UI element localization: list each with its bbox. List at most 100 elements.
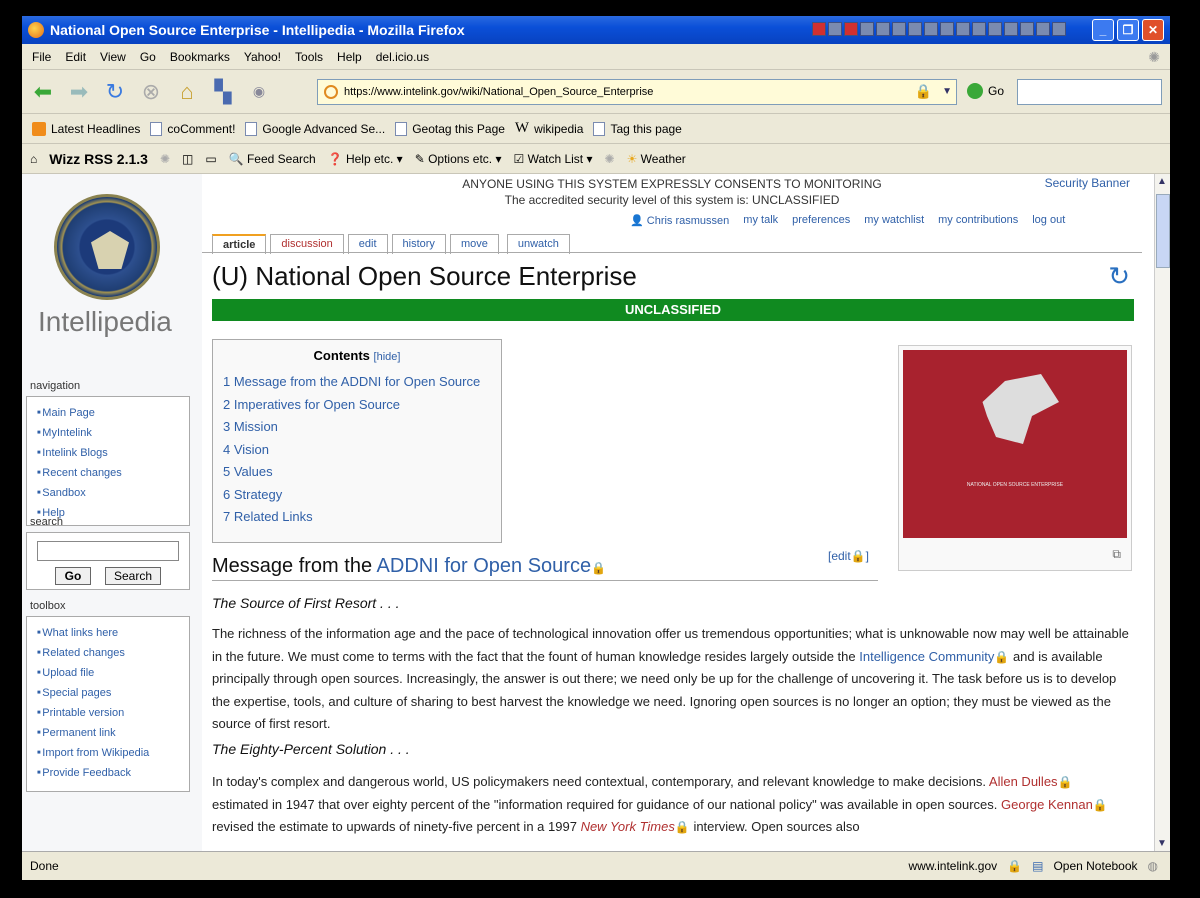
log-out-link[interactable]: log out xyxy=(1032,214,1065,227)
addon-icon[interactable] xyxy=(1036,22,1050,36)
search-input[interactable] xyxy=(1017,79,1162,105)
toc-hide-link[interactable]: [hide] xyxy=(374,351,401,363)
nav-recent-changes[interactable]: Recent changes xyxy=(37,463,189,483)
scrollbar-thumb[interactable] xyxy=(1156,194,1170,268)
menu-go[interactable]: Go xyxy=(140,50,156,64)
nav-main-page[interactable]: Main Page xyxy=(37,403,189,423)
home-icon[interactable]: ⌂ xyxy=(172,77,202,107)
menu-help[interactable]: Help xyxy=(337,50,362,64)
help-button[interactable]: ❓ Help etc. ▾ xyxy=(328,152,403,166)
addon-icon[interactable] xyxy=(924,22,938,36)
tool-permanent-link[interactable]: Permanent link xyxy=(37,723,189,743)
tool-upload-file[interactable]: Upload file xyxy=(37,663,189,683)
tab-edit[interactable]: edit xyxy=(347,234,388,254)
menu-bookmarks[interactable]: Bookmarks xyxy=(170,50,230,64)
menu-file[interactable]: File xyxy=(32,50,51,64)
nav-sandbox[interactable]: Sandbox xyxy=(37,483,189,503)
menu-view[interactable]: View xyxy=(100,50,126,64)
tool-printable-version[interactable]: Printable version xyxy=(37,703,189,723)
watch-list-button[interactable]: ☑ Watch List ▾ xyxy=(513,152,592,166)
reload-icon[interactable]: ↻ xyxy=(100,77,130,107)
toc-item[interactable]: 5 Values xyxy=(223,461,491,484)
toc-item[interactable]: 6 Strategy xyxy=(223,484,491,507)
close-button[interactable]: ✕ xyxy=(1142,19,1164,41)
tool-provide-feedback[interactable]: Provide Feedback xyxy=(37,763,189,783)
panel-icon[interactable]: ◫ xyxy=(182,152,193,166)
addon-icon[interactable] xyxy=(956,22,970,36)
george-kennan-link[interactable]: George Kennan xyxy=(1001,797,1093,812)
bookmark-google-advanced[interactable]: Google Advanced Se... xyxy=(245,121,385,136)
nav-myintelink[interactable]: MyIntelink xyxy=(37,423,189,443)
addon-icon[interactable] xyxy=(940,22,954,36)
chevron-down-icon[interactable]: ▼ xyxy=(942,86,952,97)
toc-item[interactable]: 4 Vision xyxy=(223,439,491,462)
addon-icon[interactable] xyxy=(828,22,842,36)
allen-dulles-link[interactable]: Allen Dulles xyxy=(989,774,1058,789)
weather-button[interactable]: ☀ Weather xyxy=(627,152,686,166)
refresh-logo-icon[interactable]: ↻ xyxy=(1108,261,1130,292)
preferences-link[interactable]: preferences xyxy=(792,214,850,227)
bookmark-tag-page[interactable]: Tag this page xyxy=(593,121,682,136)
menu-tools[interactable]: Tools xyxy=(295,50,323,64)
bookmark-latest-headlines[interactable]: Latest Headlines xyxy=(32,121,140,136)
addon-icon[interactable] xyxy=(844,22,858,36)
options-button[interactable]: ✎ Options etc. ▾ xyxy=(415,152,502,166)
odni-seal-logo[interactable] xyxy=(54,194,160,300)
toc-item[interactable]: 3 Mission xyxy=(223,416,491,439)
stop-icon[interactable]: ⊗ xyxy=(136,77,166,107)
notebook-icon[interactable]: ▤ xyxy=(1032,859,1043,873)
go-button[interactable]: Go xyxy=(967,83,1004,99)
go-button[interactable]: Go xyxy=(55,567,91,585)
my-contributions-link[interactable]: my contributions xyxy=(938,214,1018,227)
padlock-icon[interactable]: 🔒 xyxy=(1007,859,1022,873)
addon-icon[interactable] xyxy=(876,22,890,36)
new-york-times-link[interactable]: New York Times xyxy=(581,819,675,834)
tag-icon[interactable]: ◉ xyxy=(244,77,274,107)
addon-icon[interactable] xyxy=(860,22,874,36)
toc-item[interactable]: 1 Message from the ADDNI for Open Source xyxy=(223,371,491,394)
scroll-up-icon[interactable]: ▲ xyxy=(1157,176,1167,187)
nav-intelink-blogs[interactable]: Intelink Blogs xyxy=(37,443,189,463)
user-name-link[interactable]: 👤 Chris rasmussen xyxy=(630,214,729,227)
tool-what-links-here[interactable]: What links here xyxy=(37,623,189,643)
tab-discussion[interactable]: discussion xyxy=(270,234,344,254)
intelligence-community-link[interactable]: Intelligence Community xyxy=(859,649,994,664)
toc-item[interactable]: 7 Related Links xyxy=(223,506,491,529)
status-domain[interactable]: www.intelink.gov xyxy=(908,859,997,873)
tab-move[interactable]: move xyxy=(449,234,499,254)
feed-search-button[interactable]: 🔍 Feed Search xyxy=(229,152,316,166)
my-watchlist-link[interactable]: my watchlist xyxy=(864,214,924,227)
tab-unwatch[interactable]: unwatch xyxy=(506,234,570,254)
home-icon[interactable]: ⌂ xyxy=(30,152,37,166)
bookmark-geotag[interactable]: Geotag this Page xyxy=(395,121,505,136)
padlock-icon[interactable]: 🔒 xyxy=(915,83,932,100)
addni-link[interactable]: ADDNI for Open Source xyxy=(377,555,592,577)
vertical-scrollbar[interactable]: ▲ ▼ xyxy=(1154,174,1170,851)
addon-icon[interactable] xyxy=(972,22,986,36)
menu-edit[interactable]: Edit xyxy=(65,50,86,64)
tab-history[interactable]: history xyxy=(391,234,446,254)
addon-icon[interactable] xyxy=(908,22,922,36)
tool-special-pages[interactable]: Special pages xyxy=(37,683,189,703)
toc-item[interactable]: 2 Imperatives for Open Source xyxy=(223,394,491,417)
minimize-button[interactable]: _ xyxy=(1092,19,1114,41)
window-icon[interactable]: ▭ xyxy=(205,152,216,166)
addon-icon[interactable] xyxy=(892,22,906,36)
address-bar[interactable]: https://www.intelink.gov/wiki/National_O… xyxy=(317,79,957,105)
magnify-icon[interactable]: ⧉ xyxy=(1112,547,1121,562)
scroll-down-icon[interactable]: ▼ xyxy=(1157,838,1167,849)
bookmark-cocomment[interactable]: coComment! xyxy=(150,121,235,136)
security-banner-link[interactable]: Security Banner xyxy=(1045,176,1130,190)
maximize-button[interactable]: ❐ xyxy=(1117,19,1139,41)
menu-delicious[interactable]: del.icio.us xyxy=(376,50,429,64)
forward-arrow-icon[interactable]: ➡ xyxy=(64,77,94,107)
grid-icon[interactable]: ▚ xyxy=(208,77,238,107)
addon-icon[interactable] xyxy=(1020,22,1034,36)
tool-import-wikipedia[interactable]: Import from Wikipedia xyxy=(37,743,189,763)
bookmark-wikipedia[interactable]: Wwikipedia xyxy=(515,120,584,137)
nose-cover-image[interactable]: NATIONAL OPEN SOURCE ENTERPRISE xyxy=(903,350,1127,538)
menu-yahoo[interactable]: Yahoo! xyxy=(244,50,281,64)
tab-article[interactable]: article xyxy=(212,234,267,254)
addon-icon[interactable] xyxy=(988,22,1002,36)
addon-icon[interactable] xyxy=(1052,22,1066,36)
